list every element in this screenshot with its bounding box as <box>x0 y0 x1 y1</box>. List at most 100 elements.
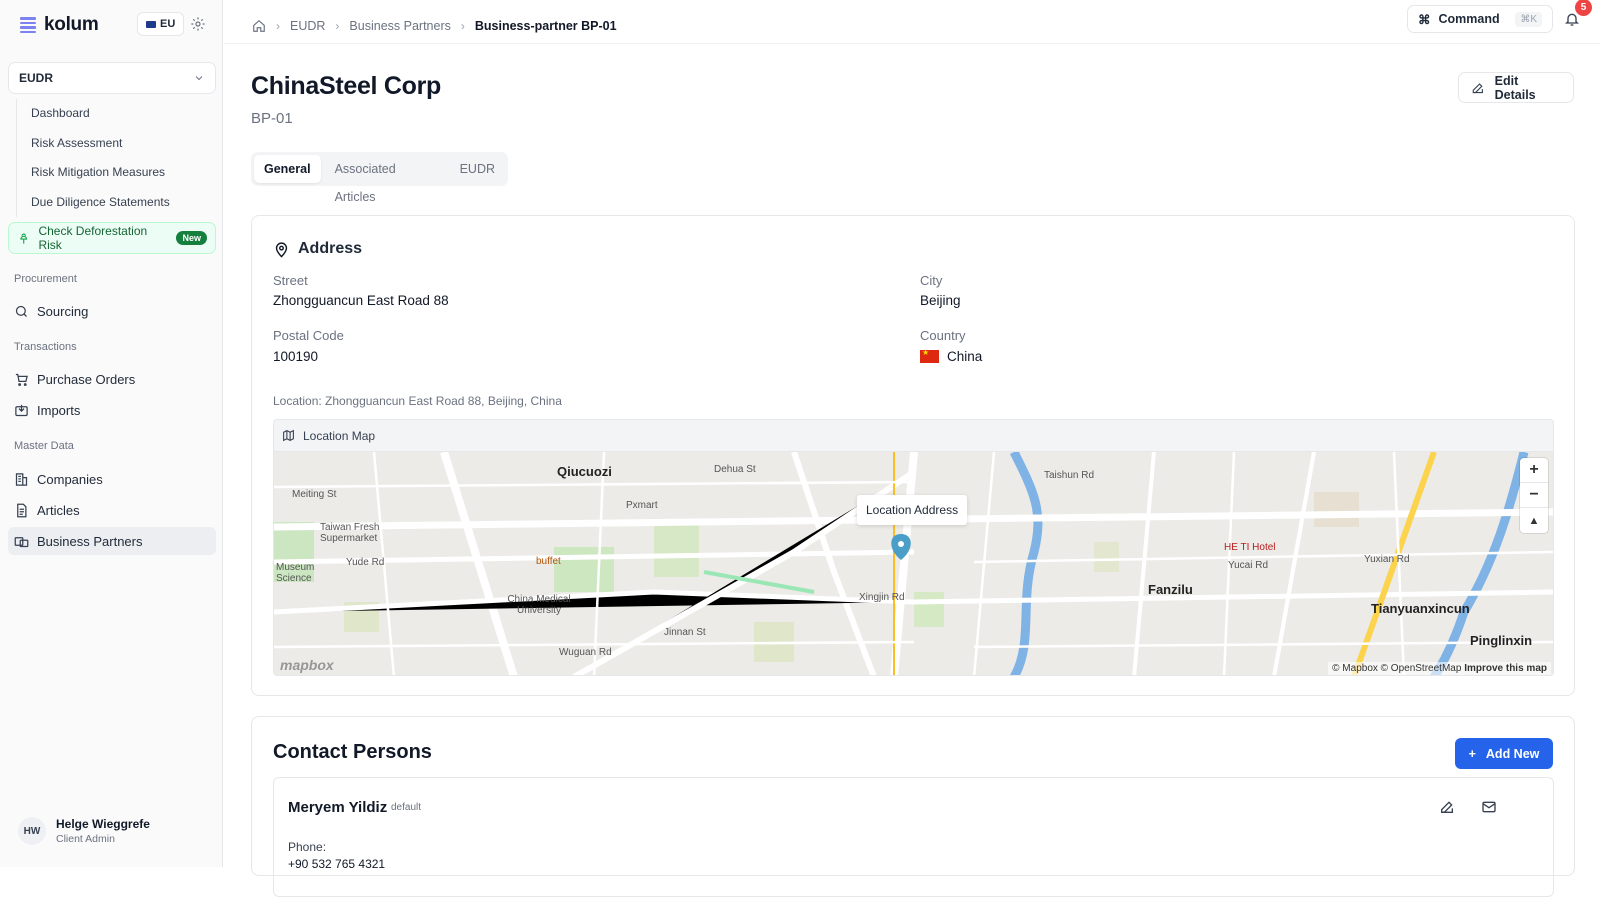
sidebar-item-label: Articles <box>37 502 80 518</box>
zoom-in-button[interactable]: + <box>1520 458 1548 483</box>
map-label: HE TI Hotel <box>1224 542 1276 553</box>
attribution-text[interactable]: © Mapbox © OpenStreetMap <box>1332 663 1461 674</box>
location-note: Location: Zhongguancun East Road 88, Bei… <box>273 394 562 408</box>
page-title: ChinaSteel Corp <box>251 72 441 100</box>
map-label: Wuguan Rd <box>559 647 612 658</box>
sidebar-item-label: Imports <box>37 402 81 418</box>
contact-persons-card: Contact Persons + Add New Meryem Yildiz … <box>251 716 1575 897</box>
partners-icon <box>14 536 29 547</box>
user-role: Client Admin <box>56 833 115 845</box>
zoom-out-button[interactable]: − <box>1520 483 1548 508</box>
map-canvas[interactable]: Qiucuozi Fanzilu Tianyuanxincun Pinglinx… <box>274 449 1553 675</box>
check-deforestation-risk-button[interactable]: Check Deforestation Risk New <box>8 222 216 254</box>
address-card: Address Street Zhongguancun East Road 88… <box>251 215 1575 696</box>
chevron-right-icon: › <box>460 19 465 33</box>
top-bar: › EUDR › Business Partners › Business-pa… <box>224 0 1600 44</box>
map-label: Dehua St <box>714 464 756 475</box>
country-label: Country <box>920 328 966 343</box>
subnav-item-risk-assessment[interactable]: Risk Assessment <box>17 129 170 159</box>
sidebar: kolum EU EUDR Dashboard Risk Assessment … <box>0 0 223 867</box>
edit-details-button[interactable]: Edit Details <box>1458 72 1574 103</box>
tab-general[interactable]: General <box>254 155 321 183</box>
map-attribution: © Mapbox © OpenStreetMap Improve this ma… <box>1328 662 1551 675</box>
phone-label: Phone: <box>288 840 327 854</box>
postal-code-label: Postal Code <box>273 328 344 343</box>
contact-default-tag: default <box>391 802 422 813</box>
map-label: Pxmart <box>626 500 658 511</box>
sidebar-item-label: Business Partners <box>37 533 143 549</box>
map-label: Meiting St <box>292 489 337 500</box>
add-contact-button[interactable]: + Add New <box>1455 738 1553 769</box>
map-title: Location Map <box>303 428 376 443</box>
contact-name: Meryem Yildiz <box>288 799 388 816</box>
breadcrumb: › EUDR › Business Partners › Business-pa… <box>252 0 617 52</box>
sidebar-item-articles[interactable]: Articles <box>8 496 216 524</box>
postal-code-value: 100190 <box>273 349 319 364</box>
breadcrumb-eudr[interactable]: EUDR <box>290 19 325 33</box>
map-label: Pinglinxin <box>1470 633 1533 648</box>
street-label: Street <box>273 273 308 288</box>
section-label-master-data: Master Data <box>14 440 74 452</box>
document-icon <box>17 503 27 517</box>
home-icon[interactable] <box>252 19 266 33</box>
mapbox-logo: mapbox <box>280 657 334 673</box>
improve-map-link[interactable]: Improve this map <box>1464 663 1547 674</box>
map-label: Yude Rd <box>346 557 385 568</box>
sidebar-item-companies[interactable]: Companies <box>8 465 216 493</box>
section-label-transactions: Transactions <box>14 341 77 353</box>
sidebar-item-label: Purchase Orders <box>37 371 136 387</box>
city-value: Beijing <box>920 293 961 308</box>
map-header: Location Map <box>274 420 1553 452</box>
eu-flag-icon <box>146 20 156 28</box>
subnav-item-dashboard[interactable]: Dashboard <box>17 99 170 129</box>
building-icon <box>15 472 28 486</box>
chevron-right-icon: › <box>276 19 280 33</box>
module-select[interactable]: EUDR <box>8 62 216 94</box>
map-pin-icon <box>275 241 288 258</box>
brand-name: kolum <box>44 14 99 35</box>
tab-associated-articles[interactable]: Associated Articles <box>325 155 446 204</box>
module-select-value: EUDR <box>19 71 54 85</box>
kolum-logo-icon <box>20 17 36 33</box>
gear-icon[interactable] <box>190 16 206 32</box>
new-badge: New <box>176 231 207 245</box>
address-heading-label: Address <box>298 240 363 257</box>
breadcrumb-business-partners[interactable]: Business Partners <box>349 19 450 33</box>
map-zoom-controls: + − ▲ <box>1520 458 1548 533</box>
china-flag-icon <box>920 348 939 363</box>
command-label: Command <box>1438 12 1500 26</box>
subnav-item-due-diligence[interactable]: Due Diligence Statements <box>17 188 170 218</box>
location-popup[interactable]: Location Address <box>857 495 968 525</box>
contact-item: Meryem Yildiz default Phone: +90 532 765… <box>273 777 1554 897</box>
edit-icon[interactable] <box>1439 799 1455 815</box>
notification-count-badge: 5 <box>1575 0 1592 16</box>
map-label: buffet <box>536 556 561 567</box>
command-palette-button[interactable]: ⌘ Command ⌘K <box>1407 5 1553 33</box>
compass-button[interactable]: ▲ <box>1520 508 1548 533</box>
user-name: Helge Wieggrefe <box>56 817 150 831</box>
mail-icon[interactable] <box>1481 799 1497 815</box>
sidebar-item-imports[interactable]: Imports <box>8 396 216 424</box>
import-icon <box>15 404 28 416</box>
section-label-procurement: Procurement <box>14 273 77 285</box>
brand-logo[interactable]: kolum <box>20 14 99 36</box>
sidebar-item-sourcing[interactable]: Sourcing <box>8 297 216 325</box>
module-subnav: Dashboard Risk Assessment Risk Mitigatio… <box>16 99 170 217</box>
city-label: City <box>920 273 943 288</box>
map-tiles <box>274 449 1553 675</box>
subnav-item-risk-mitigation[interactable]: Risk Mitigation Measures <box>17 158 170 188</box>
map-label: Qiucuozi <box>557 464 612 479</box>
map-label: Xingjin Rd <box>859 592 905 603</box>
map-label: Museum Science <box>276 562 315 584</box>
map-label: China Medical University <box>507 594 571 616</box>
sidebar-item-business-partners[interactable]: Business Partners <box>8 527 216 555</box>
edit-icon <box>1472 82 1483 93</box>
sidebar-item-purchase-orders[interactable]: Purchase Orders <box>8 365 216 393</box>
region-selector[interactable]: EU <box>137 12 185 36</box>
address-heading: Address <box>273 240 362 258</box>
map-label: Yuxian Rd <box>1364 554 1410 565</box>
partner-id: BP-01 <box>251 110 293 127</box>
user-menu[interactable]: HW Helge Wieggrefe Client Admin <box>18 817 150 845</box>
tab-bar: General Associated Articles EUDR <box>251 152 508 204</box>
tab-eudr[interactable]: EUDR <box>450 155 505 183</box>
